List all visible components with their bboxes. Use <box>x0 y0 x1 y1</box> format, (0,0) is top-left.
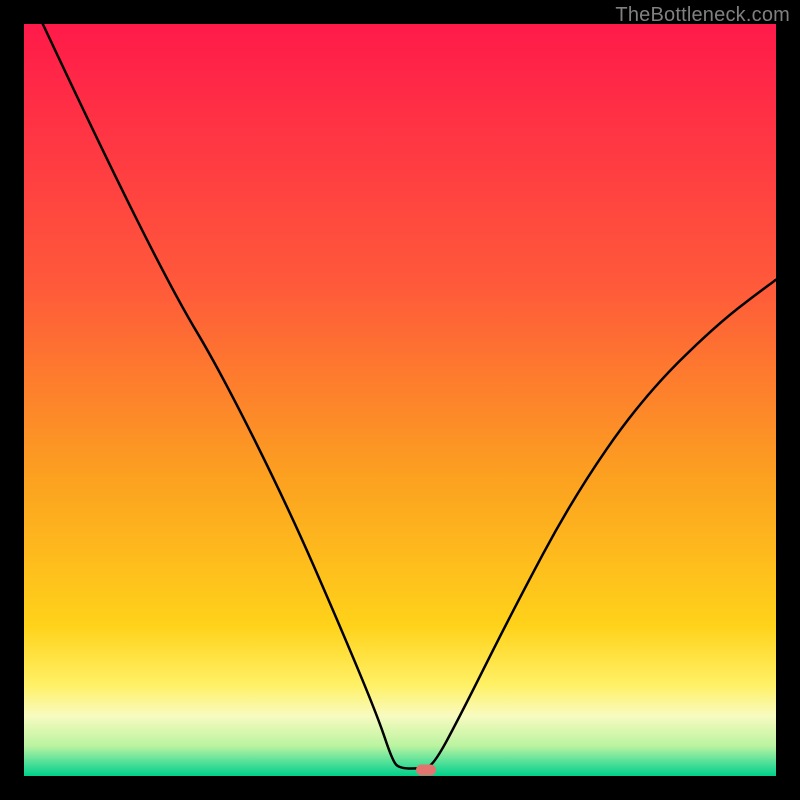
chart-stage: TheBottleneck.com <box>0 0 800 800</box>
bottleneck-line <box>24 24 776 776</box>
chart-plot-area <box>24 24 776 776</box>
optimum-marker-icon <box>416 764 436 775</box>
